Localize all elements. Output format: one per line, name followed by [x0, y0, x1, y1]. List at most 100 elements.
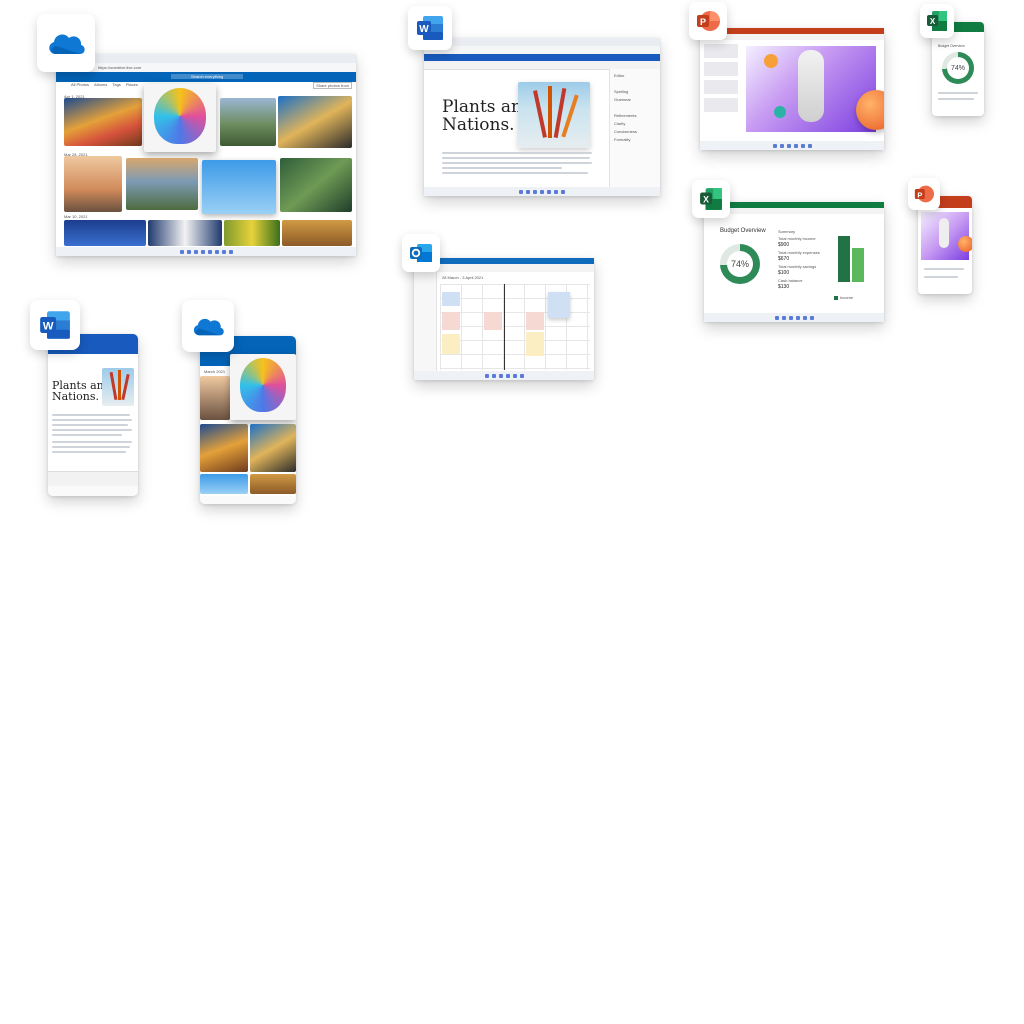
summary-label: Summary: [778, 229, 796, 234]
date-heading: Mar 10, 2021: [64, 214, 88, 219]
stat-value: $900: [778, 242, 790, 248]
calendar-grid[interactable]: [440, 284, 590, 370]
document-plant-image: [518, 82, 590, 148]
photo-balloon-large[interactable]: [144, 84, 216, 152]
onedrive-app-tile[interactable]: [37, 14, 95, 72]
photo-camera-person[interactable]: [278, 96, 352, 148]
excel-icon: X: [700, 188, 722, 210]
panel-item[interactable]: Refinements: [614, 113, 636, 118]
nav-all-photos[interactable]: All Photos: [71, 82, 89, 87]
photo-camera-person[interactable]: [250, 424, 296, 472]
budget-percent: 74%: [730, 259, 749, 269]
photo-canyon-road[interactable]: [280, 158, 352, 212]
photo-leaves[interactable]: [224, 220, 280, 246]
onedrive-header: Search everything: [56, 72, 356, 82]
word-app-tile[interactable]: W: [30, 300, 80, 350]
phone-nav-bar: [48, 486, 138, 496]
photo-balloon-large[interactable]: [230, 354, 296, 420]
onedrive-app-tile[interactable]: [182, 300, 234, 352]
panel-item[interactable]: Spelling: [614, 89, 628, 94]
astronaut: [939, 218, 949, 248]
panel-item[interactable]: Conciseness: [614, 129, 637, 134]
word-desktop-window: Plants and Nations. Editor Spelling Gram…: [424, 38, 660, 196]
taskbar: [56, 247, 356, 256]
nav-albums[interactable]: Albums: [94, 82, 107, 87]
photo-balloons-field[interactable]: [64, 156, 122, 212]
svg-text:W: W: [43, 321, 54, 333]
ribbon: [704, 208, 884, 214]
svg-text:P: P: [700, 17, 706, 27]
budget-title: Budget Overview: [720, 228, 766, 234]
photo-mountain[interactable]: [220, 98, 276, 146]
photo-balloon[interactable]: [64, 98, 142, 146]
calendar-event[interactable]: [442, 334, 460, 354]
browser-address-bar[interactable]: [424, 46, 660, 54]
photos-nav: All Photos Albums Tags Places: [71, 82, 138, 87]
panel-item[interactable]: Grammar: [614, 97, 631, 102]
planet-small: [764, 54, 778, 68]
powerpoint-icon: P: [697, 11, 720, 31]
slide-thumbnails[interactable]: [704, 44, 738, 138]
editor-panel: Editor Spelling Grammar Refinements Clar…: [609, 69, 660, 187]
stat-value: $670: [778, 256, 790, 262]
photo-desert[interactable]: [282, 220, 352, 246]
search-input[interactable]: Search everything: [171, 74, 244, 79]
photo-balloons-field[interactable]: [200, 376, 230, 420]
ribbon: [700, 34, 884, 40]
stat-value: $100: [778, 270, 790, 276]
calendar-event[interactable]: [442, 312, 460, 330]
stat-label: Total monthly savings: [778, 264, 817, 269]
panel-item[interactable]: Formality: [614, 137, 630, 142]
svg-text:P: P: [917, 190, 922, 199]
word-app-tile[interactable]: W: [408, 6, 452, 50]
photo-balloon[interactable]: [200, 424, 248, 472]
word-phone-toolbar[interactable]: [48, 471, 138, 486]
panel-item[interactable]: Editor: [614, 73, 624, 78]
nav-tags[interactable]: Tags: [112, 82, 120, 87]
calendar-event[interactable]: [442, 292, 460, 306]
budget-donut: 74%: [942, 52, 974, 84]
powerpoint-app-tile[interactable]: P: [689, 2, 727, 40]
photo-balloons-sky[interactable]: [202, 160, 276, 214]
mini-calendar[interactable]: [414, 272, 437, 372]
budget-donut: 74%: [720, 244, 760, 284]
onedrive-cloud-icon: [49, 34, 85, 54]
powerpoint-icon: P: [914, 185, 934, 203]
excel-app-tile[interactable]: X: [920, 4, 954, 38]
excel-icon: X: [927, 11, 947, 31]
word-phone: Plants and Nations.: [48, 334, 138, 496]
month-heading: March 2021: [204, 369, 226, 374]
photo-desert[interactable]: [250, 474, 296, 494]
slide-canvas[interactable]: [746, 46, 876, 132]
powerpoint-desktop-window: [700, 28, 884, 150]
word-icon: W: [40, 311, 70, 339]
panel-item[interactable]: Clarity: [614, 121, 625, 126]
ribbon: [414, 264, 594, 272]
calendar-event[interactable]: [526, 312, 544, 330]
outlook-app-tile[interactable]: [402, 234, 440, 272]
budget-title: Budget Overview: [938, 44, 965, 48]
photo-night-balloons[interactable]: [64, 220, 146, 246]
browser-address-bar[interactable]: https://onedrive.live.com: [56, 63, 356, 72]
current-time-line: [504, 284, 505, 370]
browser-tab-bar: [424, 38, 660, 46]
calendar-event[interactable]: [526, 332, 544, 356]
onedrive-phone: March 2021: [200, 336, 296, 504]
onedrive-cloud-icon: [193, 318, 224, 336]
document-plant-image: [102, 368, 134, 406]
photo-flowers[interactable]: [148, 220, 222, 246]
powerpoint-phone: [918, 196, 972, 294]
outlook-icon: [410, 244, 432, 262]
nav-places[interactable]: Places: [126, 82, 138, 87]
excel-app-tile[interactable]: X: [692, 180, 730, 218]
photo-balloons-sky[interactable]: [200, 474, 248, 494]
stat-label: Total monthly expenses: [778, 250, 820, 255]
calendar-event[interactable]: [548, 292, 570, 318]
calendar-event[interactable]: [484, 312, 502, 330]
word-icon: W: [417, 16, 443, 40]
photo-sunset[interactable]: [126, 158, 198, 210]
taskbar: [414, 371, 594, 380]
share-photos-button[interactable]: Share photos from: [313, 82, 352, 89]
powerpoint-app-tile[interactable]: P: [908, 178, 940, 210]
svg-text:X: X: [703, 194, 709, 204]
